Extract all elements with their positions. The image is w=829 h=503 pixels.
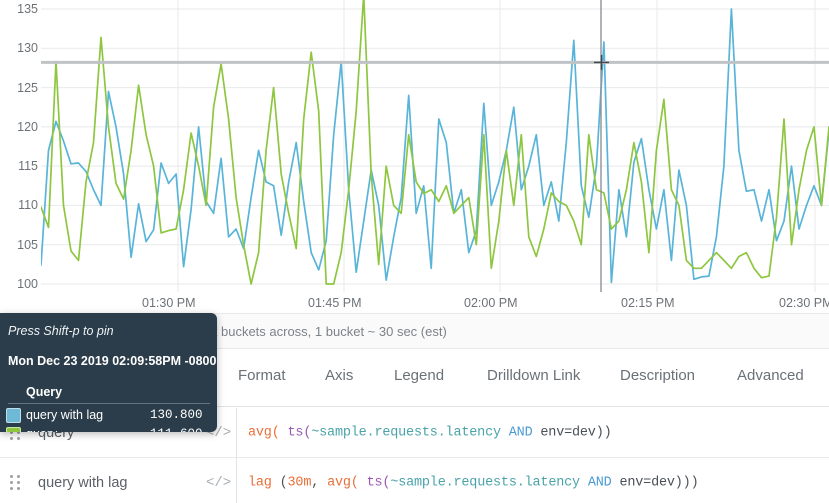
query-token <box>359 475 367 490</box>
query-token: ts( <box>287 425 312 440</box>
query-expression-input[interactable]: lag (30m, avg( ts(~sample.requests.laten… <box>248 475 699 490</box>
x-tick-label: 01:45 PM <box>308 296 362 310</box>
y-axis: 100 105 110 115 120 125 130 135 <box>0 0 38 300</box>
query-expression-input[interactable]: avg( ts(~sample.requests.latency AND env… <box>248 425 612 440</box>
y-tick-label: 125 <box>17 80 38 95</box>
query-token: avg( <box>327 475 359 490</box>
query-name-label[interactable]: query with lag <box>38 475 127 491</box>
query-token: AND <box>587 475 612 490</box>
query-row-divider <box>236 408 237 457</box>
query-token: 30m <box>287 475 312 490</box>
query-token <box>501 425 509 440</box>
query-token: ~sample.requests.latency <box>390 475 580 490</box>
y-tick-label: 110 <box>18 198 38 213</box>
tooltip-series-value: 130.800 <box>150 408 203 422</box>
query-token: lag <box>248 475 272 490</box>
tooltip-column-header: Query <box>26 385 63 399</box>
chart-plot-svg <box>41 0 829 292</box>
tooltip-series-label: query <box>26 427 57 432</box>
query-row: query with lag </> lag (30m, avg( ts(~samp… <box>0 458 829 503</box>
chart-hover-tooltip: Press Shift-p to pin Mon Dec 23 2019 02:… <box>0 313 217 432</box>
query-token: ~sample.requests.latency <box>311 425 501 440</box>
x-axis: 01:30 PM 01:45 PM 02:00 PM 02:15 PM 02:30 PM <box>0 292 829 313</box>
query-token: , <box>311 475 328 490</box>
query-token: ts( <box>366 475 391 490</box>
x-tick-label: 02:15 PM <box>621 296 675 310</box>
y-tick-label: 120 <box>17 119 38 134</box>
x-tick-label: 01:30 PM <box>142 296 196 310</box>
y-tick-label: 135 <box>17 2 38 16</box>
tooltip-pin-hint: Press Shift-p to pin <box>8 324 114 338</box>
query-token: avg( <box>248 425 280 440</box>
x-tick-label: 02:30 PM <box>779 296 829 310</box>
drag-handle-icon[interactable] <box>10 474 24 491</box>
tab-description[interactable]: Description <box>620 367 695 400</box>
query-token <box>580 475 588 490</box>
y-tick-label: 115 <box>18 159 38 174</box>
y-tick-label: 100 <box>17 277 38 291</box>
query-token <box>280 425 288 440</box>
tooltip-series-row: query 111.600 <box>0 425 217 432</box>
tab-axis[interactable]: Axis <box>325 367 353 400</box>
query-row-divider <box>236 458 237 503</box>
tooltip-series-label: query with lag <box>26 408 104 422</box>
chart-canvas[interactable]: 100 105 110 115 120 125 130 135 01:30 PM 01:45 P… <box>0 0 829 313</box>
query-token: env=dev)) <box>532 425 612 440</box>
tooltip-header-divider <box>8 403 210 404</box>
tooltip-series-row: query with lag 130.800 <box>0 406 217 425</box>
series-color-swatch <box>6 427 21 432</box>
x-tick-label: 02:00 PM <box>464 296 518 310</box>
tooltip-timestamp: Mon Dec 23 2019 02:09:58PM -0800 <box>8 354 217 368</box>
query-token: AND <box>508 425 533 440</box>
tooltip-series-value: 111.600 <box>150 427 203 432</box>
tab-advanced[interactable]: Advanced <box>737 367 804 400</box>
tab-drilldown-link[interactable]: Drilldown Link <box>487 367 580 400</box>
y-tick-label: 105 <box>17 237 38 252</box>
code-toggle-icon[interactable]: </> <box>206 475 231 491</box>
query-token: env=dev))) <box>611 475 699 490</box>
tab-legend[interactable]: Legend <box>394 367 444 400</box>
chart-editor-window: 100 105 110 115 120 125 130 135 01:30 PM 01:45 P… <box>0 0 829 503</box>
query-token: ( <box>271 475 288 490</box>
tab-format[interactable]: Format <box>238 367 286 400</box>
y-tick-label: 130 <box>17 41 38 56</box>
series-color-swatch <box>6 408 21 423</box>
